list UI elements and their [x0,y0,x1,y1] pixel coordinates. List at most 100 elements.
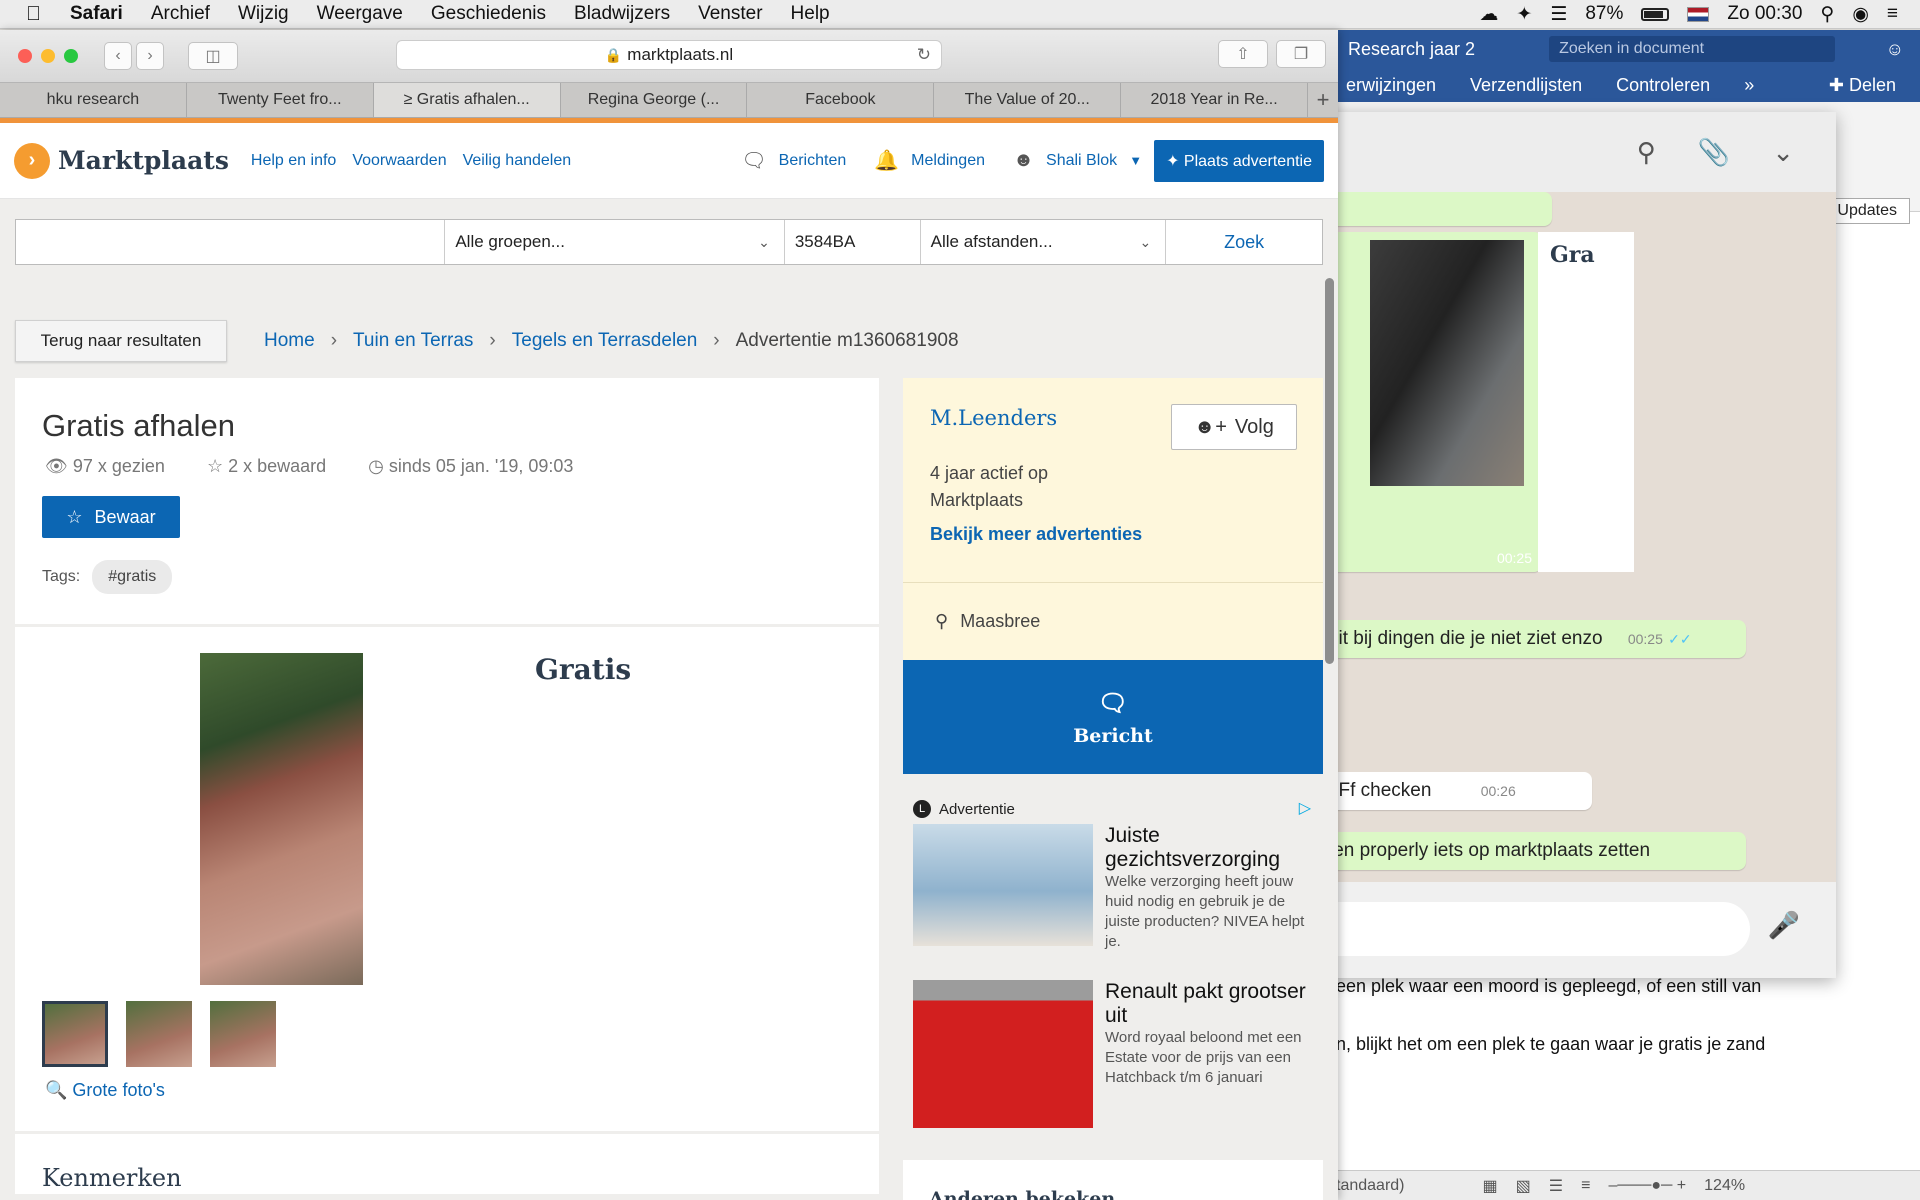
sponsored-item[interactable]: Renault pakt grootser uit Word royaal be… [913,980,1323,1128]
input-language-flag-icon[interactable] [1687,6,1710,22]
post-ad-button[interactable]: ✦ Plaats advertentie [1154,139,1324,182]
browser-tab[interactable]: The Value of 20... [934,83,1122,117]
search-input[interactable] [16,220,446,264]
menu-wijzig[interactable]: Wijzig [238,3,289,25]
category-select[interactable]: Alle groepen... ⌄ [445,220,785,264]
distance-select[interactable]: Alle afstanden... ⌄ [921,220,1167,264]
view-web-icon[interactable]: ▧ [1516,1176,1531,1196]
zoom-window-button[interactable] [64,49,78,63]
attach-icon[interactable]: 📎 [1698,137,1730,168]
thumbnail[interactable] [210,1001,276,1067]
sidebar-toggle-icon[interactable]: ◫ [188,42,238,70]
battery-icon[interactable] [1641,7,1670,21]
page-scrollbar[interactable] [1325,278,1334,664]
seller-name[interactable]: M.Leenders [930,406,1057,430]
chevron-down-icon[interactable]: ▼ [1129,153,1142,168]
menu-venster[interactable]: Venster [698,3,762,25]
breadcrumb-home[interactable]: Home [264,330,315,352]
view-print-icon[interactable]: ▦ [1483,1176,1498,1196]
forward-arrow-icon[interactable]: › [136,42,164,70]
sponsored-image[interactable] [913,980,1093,1128]
search-button[interactable]: Zoek [1166,220,1322,264]
ribbon-tab-verzendlijsten[interactable]: Verzendlijsten [1470,75,1582,96]
browser-tab[interactable]: Twenty Feet fro... [187,83,374,117]
tab-overview-icon[interactable]: ❐ [1276,40,1326,68]
menu-help[interactable]: Help [791,3,830,25]
terms-link[interactable]: Voorwaarden [352,152,446,170]
photo-viewer[interactable] [42,653,520,985]
wifi-icon[interactable]: ☰ [1550,3,1567,26]
sponsored-item[interactable]: Juiste gezichtsverzorging Welke verzorgi… [913,824,1323,950]
chevron-down-icon[interactable]: ⌄ [1772,137,1794,168]
add-user-icon: ☻+ [1194,415,1227,438]
safe-trade-link[interactable]: Veilig handelen [463,152,572,170]
back-to-results-button[interactable]: Terug naar resultaten [15,320,227,362]
shared-photo[interactable] [1370,240,1524,486]
close-window-button[interactable] [18,49,32,63]
share-icon[interactable]: ⇧ [1218,40,1268,68]
menu-geschiedenis[interactable]: Geschiedenis [431,3,546,25]
thumbnail[interactable] [42,1001,108,1067]
user-menu[interactable]: Shali Blok [1046,152,1117,170]
ad-main-photo[interactable] [200,653,363,985]
ribbon-more-icon[interactable]: » [1744,75,1754,96]
spotlight-search-icon[interactable]: ⚲ [1820,3,1834,26]
microphone-icon[interactable]: 🎤 [1768,910,1800,941]
back-arrow-icon[interactable]: ‹ [104,42,132,70]
breadcrumb-subcategory[interactable]: Tegels en Terrasdelen [512,330,698,352]
siri-icon[interactable]: ◉ [1852,3,1869,26]
zoom-slider[interactable]: –───●─ + [1608,1177,1686,1195]
address-bar[interactable]: 🔒 marktplaats.nl ↻ [396,40,942,70]
help-link[interactable]: Help en info [251,152,336,170]
new-tab-plus-icon[interactable]: + [1308,83,1338,117]
breadcrumb-category[interactable]: Tuin en Terras [353,330,473,352]
vpn-icon[interactable]: ✦ [1516,3,1532,26]
message-input[interactable] [1290,902,1750,956]
message-seller-button[interactable]: 🗨 Bericht [903,660,1323,774]
postcode-input[interactable]: 3584BA [785,220,921,264]
tag-chip[interactable]: #gratis [92,560,173,594]
large-photos-link[interactable]: 🔍 Grote foto's [45,1080,165,1101]
creative-cloud-icon[interactable]: ☁ [1479,3,1498,26]
zoom-level[interactable]: 124% [1704,1177,1745,1195]
browser-tab-active[interactable]: ≥ Gratis afhalen... [373,83,561,117]
minimize-window-button[interactable] [41,49,55,63]
notifications-link[interactable]: Meldingen [911,152,985,170]
search-icon[interactable]: ⚲ [1637,137,1656,168]
marktplaats-logo-icon[interactable]: › [14,142,50,179]
word-search-input[interactable]: Zoeken in document [1549,36,1836,62]
view-outline-icon[interactable]: ☰ [1549,1176,1563,1196]
sponsored-image[interactable] [913,824,1093,946]
browser-tab[interactable]: hku research [0,83,187,117]
ribbon-tab-verwijzingen[interactable]: erwijzingen [1346,75,1436,96]
save-ad-button[interactable]: ☆ Bewaar [42,496,180,538]
menu-app-safari[interactable]: Safari [70,3,123,25]
ribbon-tab-controleren[interactable]: Controleren [1616,75,1710,96]
menu-bladwijzers[interactable]: Bladwijzers [574,3,670,25]
notification-center-icon[interactable]: ≡ [1887,3,1898,25]
browser-tab[interactable]: Facebook [747,83,935,117]
menu-archief[interactable]: Archief [151,3,210,25]
menu-weergave[interactable]: Weergave [317,3,403,25]
adchoices-icon[interactable]: ▷ [1299,798,1311,818]
view-draft-icon[interactable]: ≡ [1581,1177,1590,1195]
apple-menu-icon[interactable]:  [26,3,50,26]
smiley-feedback-icon[interactable]: ☺ [1886,39,1904,60]
follow-button[interactable]: ☻+ Volg [1171,404,1297,450]
updates-button[interactable]: Updates [1824,198,1910,224]
chat-bubble-icon[interactable]: 🗨 [741,148,766,173]
reload-icon[interactable]: ↻ [917,45,931,65]
thumbnail[interactable] [126,1001,192,1067]
sponsored-title[interactable]: Renault pakt grootser uit [1105,980,1323,1028]
user-icon[interactable]: ☻ [1013,149,1034,172]
battery-percentage[interactable]: 87% [1585,3,1623,25]
browser-tab[interactable]: Regina George (... [561,83,748,117]
messages-link[interactable]: Berichten [779,152,847,170]
share-button[interactable]: ✚ Delen [1829,75,1896,96]
more-ads-link[interactable]: Bekijk meer advertenties [930,524,1142,545]
sponsored-title[interactable]: Juiste gezichtsverzorging [1105,824,1323,872]
browser-tab[interactable]: 2018 Year in Re... [1121,83,1309,117]
brand-name[interactable]: Marktplaats [58,146,229,175]
bell-icon[interactable]: 🔔 [874,148,899,173]
clock[interactable]: Zo 00:30 [1727,3,1802,25]
